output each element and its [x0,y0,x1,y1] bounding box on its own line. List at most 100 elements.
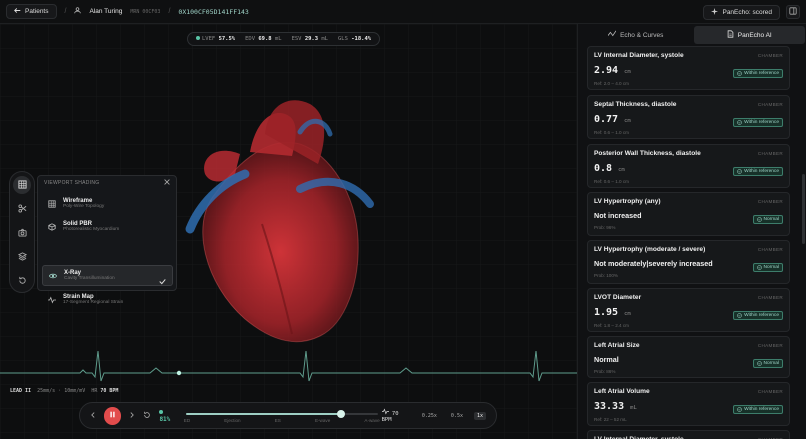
option-subtitle: Photorealistic Myocardium [63,227,120,232]
measurement-category: CHAMBER [757,53,783,58]
measurement-unit: cm [624,311,631,317]
progress-value: 81% [159,415,171,423]
edv-label: EDV [245,36,256,42]
3d-viewport[interactable]: LVEF 57.5% EDV 69.8 mL ESV 29.3 mL GLS -… [0,24,577,439]
toggle-panel-button[interactable] [786,5,800,19]
measurement-card[interactable]: LV Hypertrophy (any) CHAMBER Not increased… [587,192,790,236]
gls-label: GLS [338,36,348,42]
tab-echo-curves[interactable]: Echo & Curves [580,26,692,44]
grid-icon [17,176,27,194]
measurement-note: Prob: 100% [594,273,619,278]
badge-label: Normal [763,361,779,366]
option-subtitle: Cavity Transillumination [64,276,115,281]
patient-name: Alan Turing [89,8,123,15]
speed-option-1x[interactable]: 1x [473,411,486,420]
measurement-category: CHAMBER [757,102,783,107]
esv-value: 29.3 [304,36,319,42]
measurement-card[interactable]: Left Atrial Volume CHAMBER 33.33 mL Ref: 22… [587,382,790,426]
shading-option-strain-map[interactable]: Strain Map 17-Segment Regional Strain [42,289,173,310]
tab-label: Echo & Curves [620,31,664,39]
check-circle-icon [737,407,742,412]
measurement-card[interactable]: Septal Thickness, diastole CHAMBER 0.77 cm… [587,95,790,139]
badge-label: Normal [763,265,779,270]
measurement-unit: cm [624,69,631,75]
esv-label: ESV [291,36,302,42]
tab-panecho-ai[interactable]: PanEcho AI [693,26,805,44]
cycle-phases: ED Ejection ES E-wave A-wave [184,418,380,423]
panel-scrollbar[interactable] [802,174,805,244]
cut-tool-button[interactable] [13,200,31,218]
measurement-title: LV Hypertrophy (moderate / severe) [594,246,706,253]
pause-icon [109,411,116,420]
scissors-icon [17,200,27,218]
live-dot [196,36,200,40]
eye-icon [48,267,58,285]
edv-value: 69.8 [258,36,272,42]
measurement-card[interactable]: LVOT Diameter CHAMBER 1.95 cm Ref: 1.8 – 2.… [587,288,790,332]
status-badge: Within reference [733,69,783,78]
panecho-status-button[interactable]: PanEcho: scored [703,5,780,20]
measurement-card[interactable]: LV Internal Diameter, systole CHAMBER 2.94… [587,46,790,90]
measurement-unit: cm [618,167,625,173]
speed-option-0.25x[interactable]: 0.25x [419,412,440,420]
viewport-toolbar [9,171,35,293]
measurement-value: Not moderately|severely increased [594,259,713,268]
scrubber-handle[interactable] [337,409,346,418]
pause-button[interactable] [104,406,122,425]
close-icon[interactable] [164,179,170,187]
check-circle-icon [737,313,742,318]
measurement-card[interactable]: Posterior Wall Thickness, diastole CHAMBE… [587,144,790,188]
phase-label: Ejection [224,417,241,423]
cube-icon [48,218,56,236]
study-id: 0X100CF05D141FF143 [178,7,249,16]
loop-button[interactable] [143,411,151,421]
measurement-category: CHAMBER [757,295,783,300]
status-badge: Normal [752,359,783,368]
ecg-cursor [176,370,182,376]
measurement-category: CHAMBER [757,199,783,204]
heart-rate-readout: 70 BPM [381,408,411,423]
measurement-category: CHAMBER [757,247,783,252]
measurement-card[interactable]: LV Internal Diameter, systoleCHAMBER [587,430,790,439]
next-frame-button[interactable] [129,411,135,420]
cycle-progress-percent: 81% [159,409,175,423]
sidebar-icon [789,7,797,17]
patient-mrn: MRN 00CF03 [130,8,161,15]
status-badge: Normal [752,215,783,224]
speed-option-0.5x[interactable]: 0.5x [448,412,466,420]
cardiac-cycle-scrubber[interactable]: ED Ejection ES E-wave A-wave [184,406,380,426]
measurement-value: 0.8 [594,163,613,174]
measurement-card[interactable]: LV Hypertrophy (moderate / severe) CHAMBE… [587,240,790,284]
measurement-note: Prob: 86% [594,369,616,374]
measurement-card[interactable]: Left Atrial Size CHAMBER Normal Prob: 86% N… [587,336,790,378]
measurement-value: Normal [594,355,619,364]
shading-option-wireframe[interactable]: Wireframe Poly-Wire Topology [42,193,173,214]
option-subtitle: Poly-Wire Topology [63,204,105,209]
shading-option-xray[interactable]: X-Ray Cavity Transillumination [42,265,173,286]
badge-label: Normal [763,217,779,222]
pulse-icon [381,408,389,415]
layers-icon [17,248,27,266]
shading-tool-button[interactable] [13,176,31,194]
check-circle-icon [737,169,742,174]
shading-option-solid-pbr[interactable]: Solid PBR Photorealistic Myocardium [42,216,173,237]
layers-tool-button[interactable] [13,248,31,266]
status-badge: Within reference [733,167,783,176]
previous-frame-button[interactable] [90,411,96,420]
gls-value: -18.4% [351,36,372,42]
back-to-patients-button[interactable]: Patients [6,4,57,19]
measurement-title: Left Atrial Volume [594,388,650,395]
gls-metric: GLS -18.4% [338,36,371,42]
snapshot-tool-button[interactable] [13,224,31,242]
badge-label: Within reference [744,71,779,76]
top-bar: Patients / Alan Turing MRN 00CF03 / 0X10… [0,0,806,24]
measurement-note: Prob: 96% [594,225,616,230]
edv-unit: mL [274,36,282,42]
esv-metric: ESV 29.3 mL [292,36,328,42]
esv-unit: mL [321,36,328,42]
ecg-info: LEAD II 25mm/s · 10mm/mV HR 70 BPM [10,388,118,394]
check-circle-icon [737,120,742,125]
measurement-title: Septal Thickness, diastole [594,101,677,108]
reset-view-button[interactable] [13,272,31,290]
phase-label: A-wave [364,417,380,423]
